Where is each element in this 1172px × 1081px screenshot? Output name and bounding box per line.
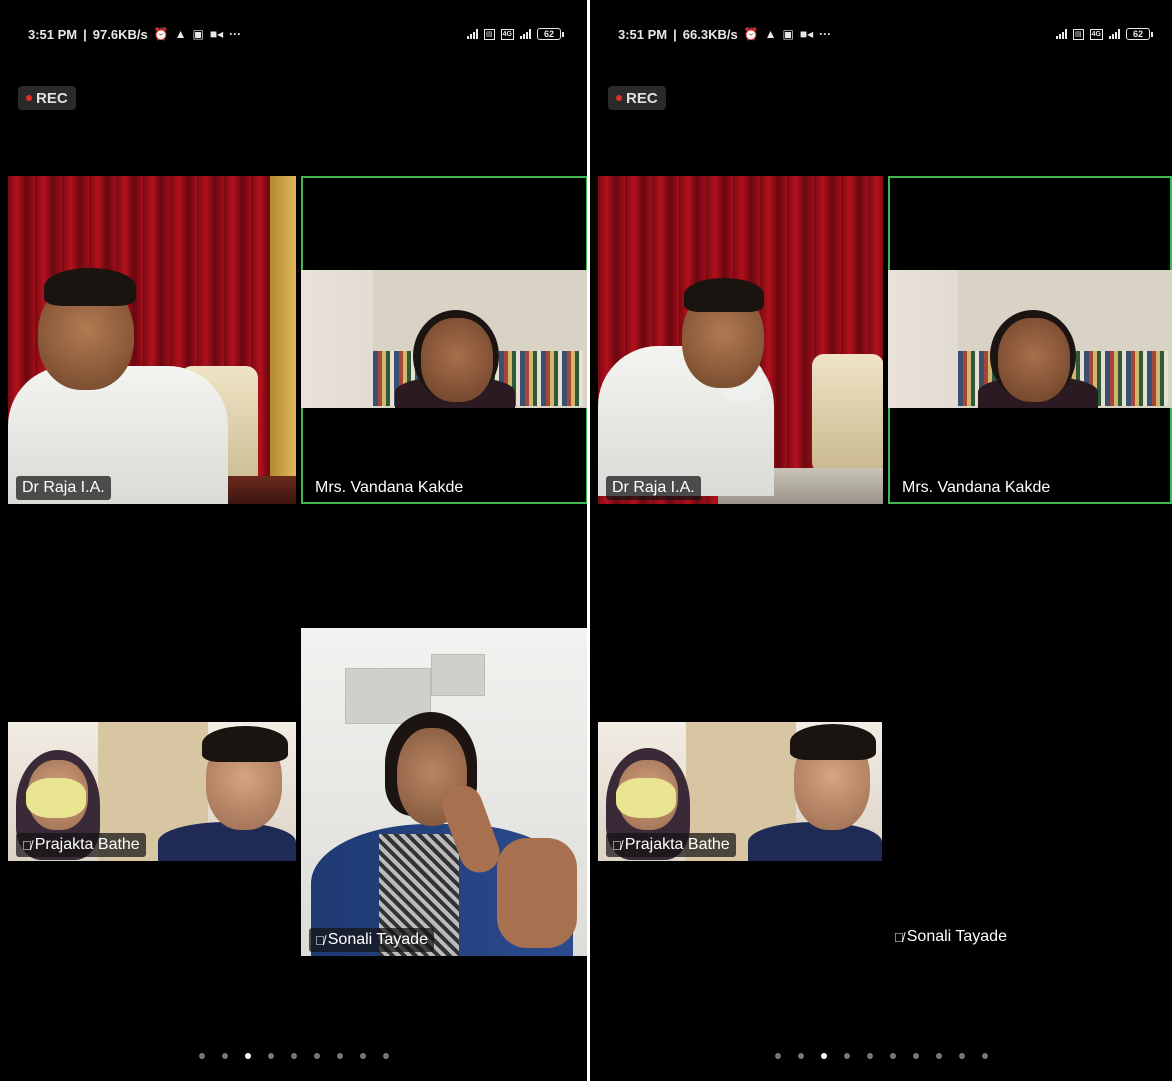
participant-name-tag: 🎙̸ Prajakta Bathe: [16, 833, 146, 857]
participant-face: [421, 318, 493, 402]
more-icon: ···: [229, 27, 242, 41]
page-dot[interactable]: [774, 1053, 781, 1059]
network-speed: 66.3KB/s: [682, 26, 738, 42]
warning-icon: ▲: [764, 27, 777, 41]
status-time: 3:51 PM: [28, 26, 78, 42]
video-tile-vandana[interactable]: Mrs. Vandana Kakde: [888, 176, 1172, 504]
page-dot[interactable]: [244, 1053, 251, 1059]
meeting-screen-right: 3:51 PM | 66.3KB/s ⏰ ▲ ▣ ■◂ ··· ▤ 4G 62 …: [590, 0, 1172, 1081]
signal-icon: [520, 29, 531, 39]
office-chair: [812, 354, 883, 474]
mic-muted-icon: 🎙̸: [22, 837, 32, 853]
video-tile-prajakta[interactable]: 🎙̸ Prajakta Bathe: [598, 722, 882, 861]
page-dot[interactable]: [912, 1053, 919, 1059]
video-tile-raja[interactable]: Dr Raja I.A.: [598, 176, 883, 504]
participant-name-tag: Mrs. Vandana Kakde: [315, 479, 464, 496]
status-bar: 3:51 PM | 97.6KB/s ⏰ ▲ ▣ ■◂ ··· ▤ 4G 62: [0, 22, 587, 46]
record-dot-icon: [616, 95, 622, 101]
volte-icon: ▤: [484, 28, 495, 40]
page-indicator[interactable]: [0, 1053, 587, 1059]
face-mask: [616, 778, 676, 818]
alarm-icon: ⏰: [743, 27, 759, 41]
page-dot[interactable]: [958, 1053, 965, 1059]
volte-icon: ▤: [1073, 28, 1084, 40]
page-dot[interactable]: [981, 1053, 988, 1059]
page-dot[interactable]: [866, 1053, 873, 1059]
battery-icon: 62: [1126, 28, 1153, 40]
page-dot[interactable]: [336, 1053, 343, 1059]
participant-name-tag: 🎙̸ Prajakta Bathe: [606, 833, 736, 857]
signal-icon: [467, 29, 479, 39]
page-dot[interactable]: [198, 1053, 205, 1059]
status-bar: 3:51 PM | 66.3KB/s ⏰ ▲ ▣ ■◂ ··· ▤ 4G 62: [590, 22, 1172, 46]
participant-name-tag: Dr Raja I.A.: [606, 476, 701, 500]
alarm-icon: ⏰: [153, 27, 169, 41]
message-icon: ▣: [782, 27, 794, 41]
page-dot[interactable]: [221, 1053, 228, 1059]
face-mask: [26, 778, 86, 818]
signal-icon: [1109, 29, 1120, 39]
participant-name-video-off[interactable]: 🎙̸ Sonali Tayade: [894, 928, 1007, 946]
participant-name-tag: Dr Raja I.A.: [16, 476, 111, 500]
page-dot[interactable]: [820, 1053, 827, 1059]
recording-badge[interactable]: REC: [608, 86, 666, 110]
mic-muted-icon: 🎙̸: [315, 932, 325, 948]
participant-name-tag: 🎙̸ Sonali Tayade: [309, 928, 434, 952]
recording-label: REC: [626, 89, 658, 107]
video-icon: ■◂: [209, 27, 224, 41]
mic-muted-icon: 🎙̸: [894, 929, 904, 945]
page-dot[interactable]: [382, 1053, 389, 1059]
participant-face: [998, 318, 1070, 402]
mic-muted-icon: 🎙̸: [612, 837, 622, 853]
network-speed: 97.6KB/s: [92, 26, 148, 42]
battery-icon: 62: [537, 28, 564, 40]
page-dot[interactable]: [797, 1053, 804, 1059]
video-tile-raja[interactable]: Dr Raja I.A.: [8, 176, 296, 504]
page-indicator[interactable]: [590, 1053, 1172, 1059]
recording-label: REC: [36, 89, 68, 107]
status-time: 3:51 PM: [618, 26, 668, 42]
signal-icon: [1056, 29, 1068, 39]
page-dot[interactable]: [267, 1053, 274, 1059]
page-dot[interactable]: [359, 1053, 366, 1059]
record-dot-icon: [26, 95, 32, 101]
meeting-screen-left: 3:51 PM | 97.6KB/s ⏰ ▲ ▣ ■◂ ··· ▤ 4G 62 …: [0, 0, 587, 1081]
more-icon: ···: [819, 27, 832, 41]
page-dot[interactable]: [313, 1053, 320, 1059]
message-icon: ▣: [192, 27, 204, 41]
participant-name-tag: Mrs. Vandana Kakde: [902, 479, 1051, 496]
video-tile-prajakta[interactable]: 🎙̸ Prajakta Bathe: [8, 722, 296, 861]
network-type: 4G: [1089, 28, 1103, 40]
warning-icon: ▲: [174, 27, 187, 41]
page-dot[interactable]: [889, 1053, 896, 1059]
recording-badge[interactable]: REC: [18, 86, 76, 110]
video-icon: ■◂: [799, 27, 814, 41]
video-tile-sonali[interactable]: 🎙̸ Sonali Tayade: [301, 628, 587, 956]
page-dot[interactable]: [843, 1053, 850, 1059]
network-type: 4G: [500, 28, 514, 40]
video-tile-vandana[interactable]: Mrs. Vandana Kakde: [301, 176, 587, 504]
page-dot[interactable]: [290, 1053, 297, 1059]
page-dot[interactable]: [935, 1053, 942, 1059]
